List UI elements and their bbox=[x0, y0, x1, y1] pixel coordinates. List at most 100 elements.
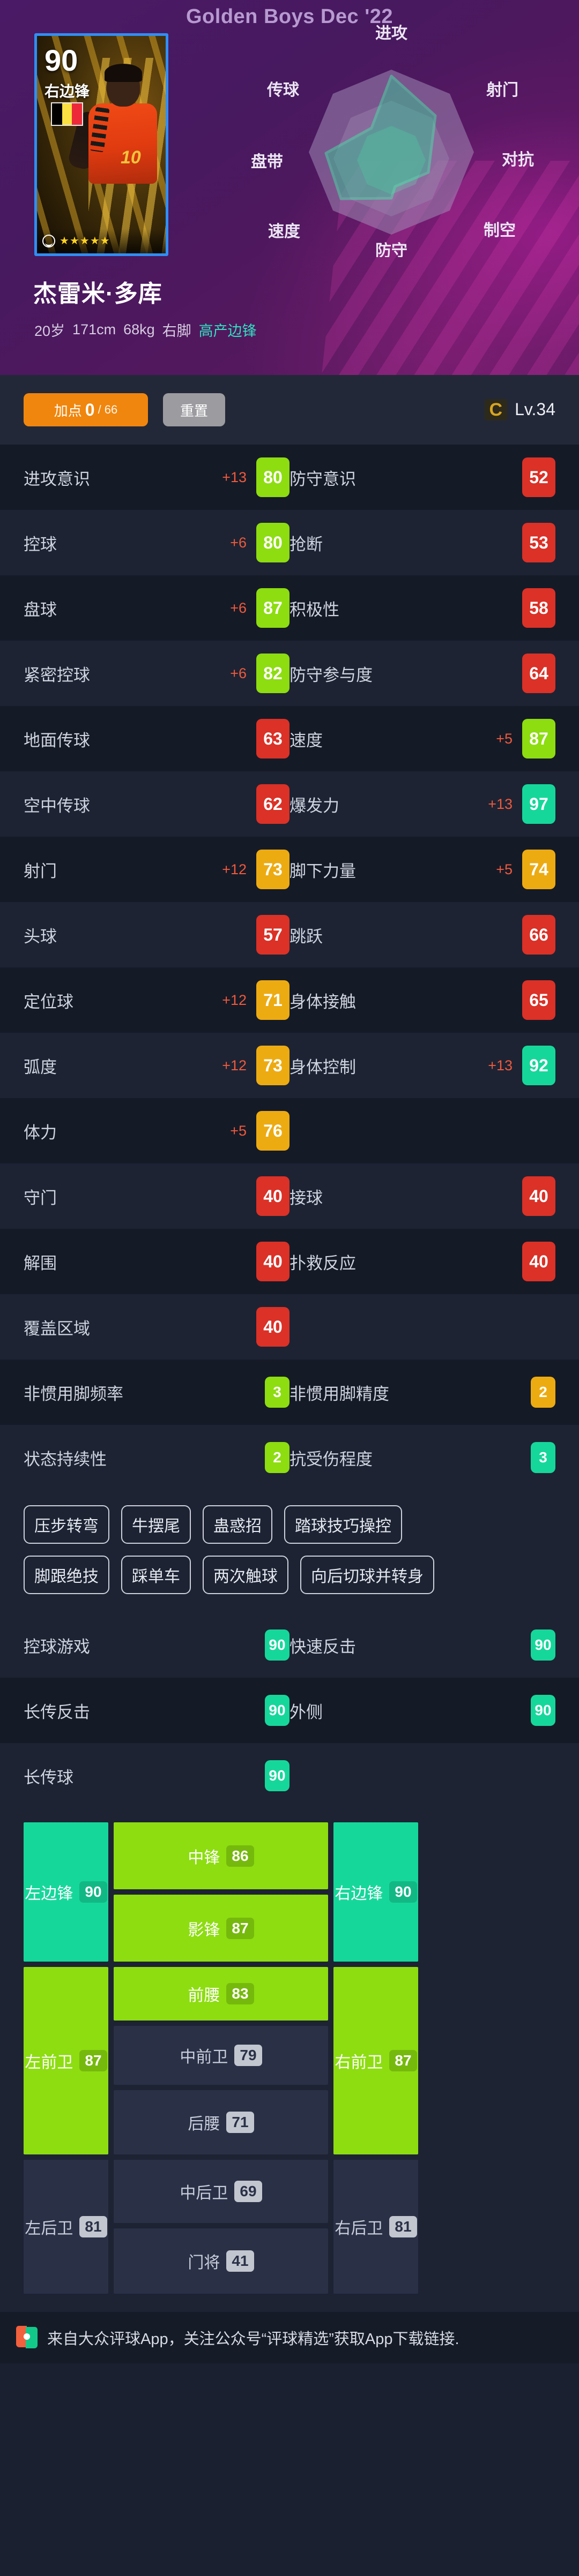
playstyle-value: 90 bbox=[265, 1695, 290, 1726]
playstyle-label: 长传反击 bbox=[24, 1702, 90, 1722]
stat-label: 控球 bbox=[24, 535, 57, 554]
stat-value: 40 bbox=[256, 1176, 290, 1216]
stat-half: 地面传球 63 bbox=[24, 719, 290, 758]
stat-label: 抢断 bbox=[290, 535, 323, 554]
stat-value: 40 bbox=[256, 1307, 290, 1347]
skill-chip[interactable]: 压步转弯 bbox=[24, 1505, 109, 1544]
playstyle-value: 90 bbox=[265, 1760, 290, 1791]
player-height: 171cm bbox=[72, 321, 116, 337]
stat-label: 扑救反应 bbox=[290, 1253, 356, 1273]
position-cell[interactable]: 中后卫 69 bbox=[114, 2160, 328, 2223]
position-cell[interactable]: 右边锋 90 bbox=[333, 1822, 418, 1962]
shirt-number: 10 bbox=[121, 147, 141, 168]
stat-value: 74 bbox=[522, 850, 555, 889]
position-cell[interactable]: 右前卫 87 bbox=[333, 1967, 418, 2154]
position-cell[interactable]: 中锋 86 bbox=[114, 1822, 328, 1889]
position-rating: 81 bbox=[79, 2216, 107, 2237]
stat-delta: +6 bbox=[230, 599, 247, 616]
stat-delta: +5 bbox=[230, 1122, 247, 1139]
stat-half: 抗受伤程度 3 bbox=[290, 1442, 555, 1473]
attributes-list: 进攻意识 +13 80 防守意识 52 控球 +6 80 抢断 53 盘球 +6 87 积极性 58 紧密控球… bbox=[0, 445, 579, 1490]
playstyle-half: 长传反击 90 bbox=[24, 1695, 290, 1726]
card-star-rating: ★ ★ ★ ★ ★ bbox=[60, 235, 110, 247]
skill-chip[interactable]: 踏球技巧操控 bbox=[284, 1505, 402, 1544]
stat-half: 控球 +6 80 bbox=[24, 523, 290, 562]
stat-half: 非惯用脚频率 3 bbox=[24, 1377, 290, 1408]
position-cell[interactable]: 门将 41 bbox=[114, 2228, 328, 2294]
table-row: 覆盖区域 40 bbox=[0, 1294, 579, 1360]
stat-label: 状态持续性 bbox=[24, 1450, 107, 1469]
radar-label-7: 传球 bbox=[266, 81, 300, 99]
stat-half: 扑救反应 40 bbox=[290, 1242, 555, 1281]
add-points-button[interactable]: 加点 0 / 66 bbox=[24, 393, 148, 426]
position-cell[interactable]: 后腰 71 bbox=[114, 2090, 328, 2154]
stat-delta: +12 bbox=[222, 992, 247, 1008]
reset-button[interactable]: 重置 bbox=[163, 393, 225, 426]
table-row: 盘球 +6 87 积极性 58 bbox=[0, 575, 579, 641]
player-card[interactable]: 10 90 右边锋 ★ ★ ★ ★ ★ bbox=[34, 33, 168, 256]
stat-label: 紧密控球 bbox=[24, 665, 90, 685]
position-cell[interactable]: 中前卫 79 bbox=[114, 2026, 328, 2085]
add-points-current: 0 bbox=[85, 400, 95, 419]
stat-label: 弧度 bbox=[24, 1057, 57, 1077]
table-row: 长传球 90 bbox=[0, 1743, 579, 1808]
table-row: 地面传球 63 速度 +5 87 bbox=[0, 706, 579, 771]
playstyle-label: 长传球 bbox=[24, 1768, 73, 1787]
stat-value: 71 bbox=[256, 980, 290, 1020]
stat-value: 65 bbox=[522, 980, 555, 1020]
stat-label: 进攻意识 bbox=[24, 469, 90, 489]
table-row: 头球 57 跳跃 66 bbox=[0, 902, 579, 967]
stat-label: 跳跃 bbox=[290, 927, 323, 946]
skill-chip[interactable]: 牛摆尾 bbox=[121, 1505, 191, 1544]
position-cell[interactable]: 左后卫 81 bbox=[24, 2160, 108, 2294]
position-label: 左后卫 bbox=[25, 2220, 73, 2237]
stat-label: 非惯用脚精度 bbox=[290, 1384, 389, 1403]
stat-label: 头球 bbox=[24, 927, 57, 946]
skill-chip[interactable]: 蛊惑招 bbox=[203, 1505, 272, 1544]
position-cell[interactable]: 右后卫 81 bbox=[333, 2160, 418, 2294]
stat-value: 3 bbox=[265, 1377, 290, 1408]
stat-label: 身体接触 bbox=[290, 992, 356, 1011]
playstyle-half: 长传球 90 bbox=[24, 1760, 290, 1791]
position-cell[interactable]: 影锋 87 bbox=[114, 1895, 328, 1962]
radar-label-3: 制空 bbox=[484, 222, 516, 239]
stat-label: 空中传球 bbox=[24, 796, 90, 815]
position-cell[interactable]: 左前卫 87 bbox=[24, 1967, 108, 2154]
playstyle-value: 90 bbox=[265, 1629, 290, 1661]
position-label: 右边锋 bbox=[335, 1885, 383, 1903]
card-footer: ★ ★ ★ ★ ★ bbox=[37, 229, 166, 253]
club-logo-icon bbox=[42, 235, 55, 247]
card-position: 右边锋 bbox=[44, 83, 90, 100]
stat-half: 身体接触 65 bbox=[290, 980, 555, 1020]
add-points-total: 66 bbox=[104, 403, 118, 416]
stat-half: 状态持续性 2 bbox=[24, 1442, 290, 1473]
stat-value: 66 bbox=[522, 915, 555, 955]
table-row: 解围 40 扑救反应 40 bbox=[0, 1229, 579, 1294]
stat-label: 脚下力量 bbox=[290, 861, 356, 881]
skill-chip[interactable]: 踩单车 bbox=[121, 1556, 191, 1594]
skill-chip[interactable]: 向后切球并转身 bbox=[300, 1556, 434, 1594]
position-cell[interactable]: 前腰 83 bbox=[114, 1967, 328, 2021]
add-points-label: 加点 bbox=[54, 402, 82, 419]
stat-value: 40 bbox=[256, 1242, 290, 1281]
player-foot: 右脚 bbox=[162, 323, 191, 339]
skill-chip[interactable]: 两次触球 bbox=[203, 1556, 288, 1594]
stat-label: 抗受伤程度 bbox=[290, 1450, 373, 1469]
stat-half: 守门 40 bbox=[24, 1176, 290, 1216]
belgium-flag-icon bbox=[51, 102, 83, 126]
radar-label-6: 盘带 bbox=[251, 153, 283, 171]
position-cell[interactable]: 左边锋 90 bbox=[24, 1822, 108, 1962]
stat-delta: +5 bbox=[496, 730, 513, 747]
stat-label: 身体控制 bbox=[290, 1057, 356, 1077]
table-row: 控球 +6 80 抢断 53 bbox=[0, 510, 579, 575]
stat-value: 2 bbox=[531, 1377, 555, 1408]
table-row: 非惯用脚频率 3 非惯用脚精度 2 bbox=[0, 1360, 579, 1425]
stat-half: 空中传球 62 bbox=[24, 784, 290, 824]
stat-half: 覆盖区域 40 bbox=[24, 1307, 290, 1347]
stat-value: 92 bbox=[522, 1046, 555, 1085]
skill-chip[interactable]: 脚跟绝技 bbox=[24, 1556, 109, 1594]
table-row: 控球游戏 90 快速反击 90 bbox=[0, 1612, 579, 1678]
stat-value: 97 bbox=[522, 784, 555, 824]
stat-label: 解围 bbox=[24, 1253, 57, 1273]
add-points-separator: / bbox=[98, 403, 101, 416]
